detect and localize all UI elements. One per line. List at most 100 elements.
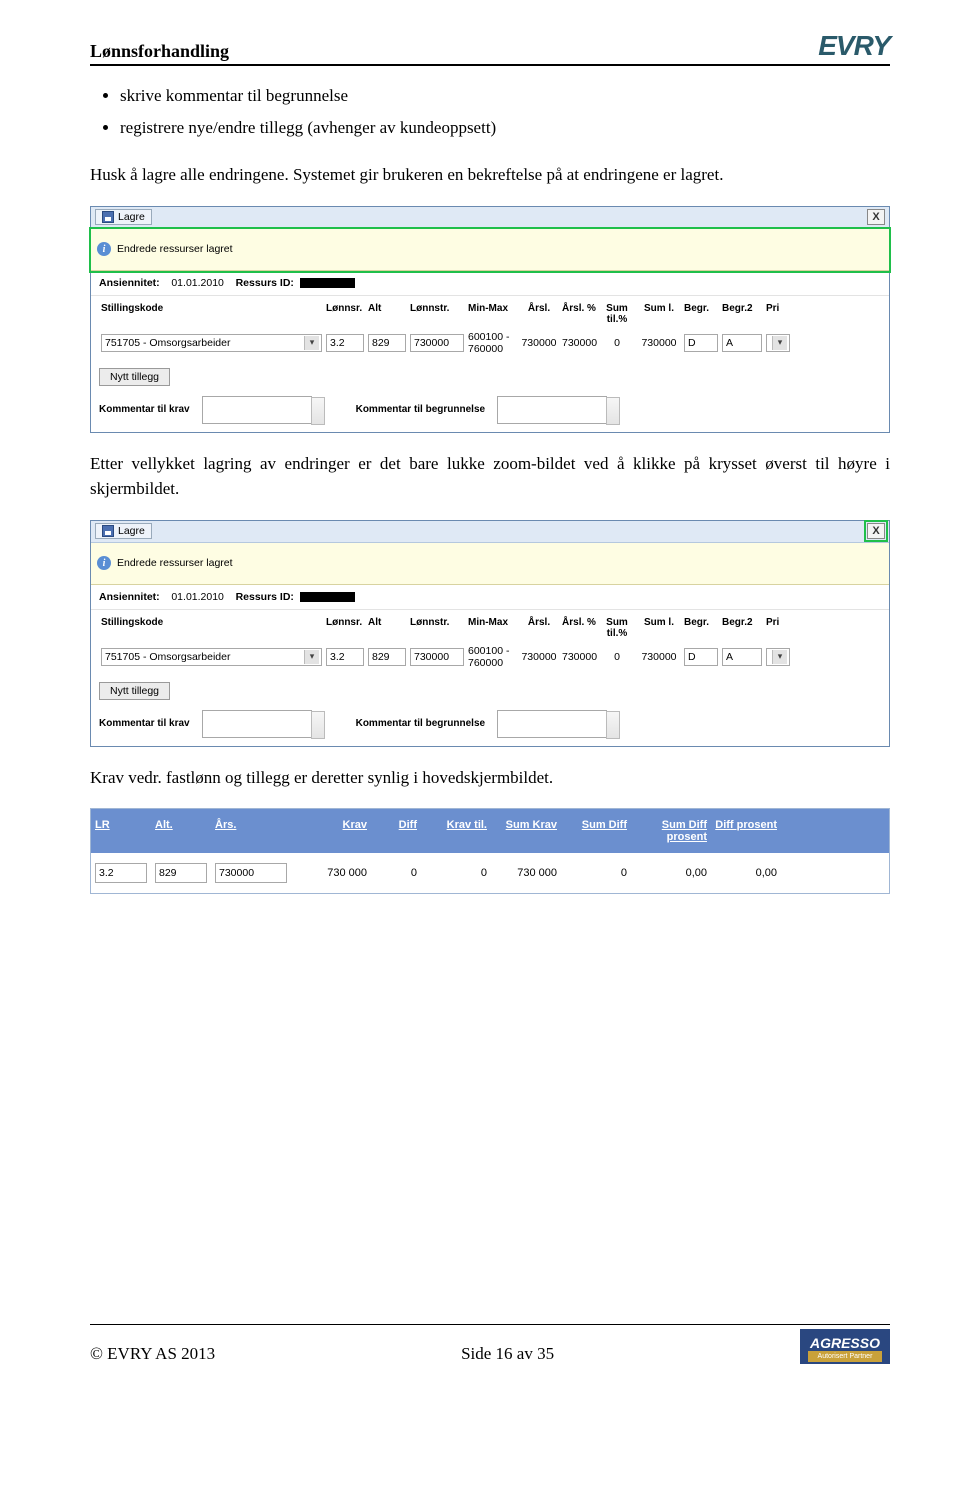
titlebar: Lagre X (91, 207, 889, 229)
th-begr: Begr. (682, 614, 720, 642)
pri-select[interactable] (766, 334, 790, 352)
begr-input[interactable]: D (684, 334, 718, 352)
th-arsl: Årsl. (518, 300, 560, 328)
alt-input[interactable]: 829 (155, 863, 207, 883)
th-begr2: Begr.2 (720, 300, 764, 328)
app-screenshot-2: Lagre X i Endrede ressurser lagret Ansie… (90, 520, 890, 747)
kommentar-begr-label: Kommentar til begrunnelse (356, 718, 485, 729)
agresso-logo: AGRESSO Autorisert Partner (800, 1329, 890, 1364)
th-pri: Pri (764, 300, 792, 328)
th-sumtil: Sum til.% (598, 300, 636, 328)
th-lonnstr: Lønnstr. (408, 300, 466, 328)
alt-input[interactable]: 829 (368, 648, 406, 666)
kommentar-krav-input[interactable] (202, 710, 312, 738)
th-diff[interactable]: Diff (371, 809, 421, 853)
save-label: Lagre (118, 525, 145, 537)
pri-select[interactable] (766, 648, 790, 666)
lr-input[interactable]: 3.2 (95, 863, 147, 883)
paragraph-2: Etter vellykket lagring av endringer er … (90, 451, 890, 502)
th-sumdiffp[interactable]: Sum Diff prosent (631, 809, 711, 853)
kommentar-krav-label: Kommentar til krav (99, 404, 190, 415)
lonnsr-input[interactable]: 3.2 (326, 334, 364, 352)
document-title: Lønnsforhandling (90, 41, 229, 62)
ansiennitet-value: 01.01.2010 (171, 591, 224, 603)
lonnstr-input[interactable]: 730000 (410, 648, 464, 666)
minmax-value: 600100 - 760000 (466, 328, 518, 358)
arsl-value: 730000 (518, 334, 560, 352)
th-ars[interactable]: Års. (211, 809, 291, 853)
th-lr[interactable]: LR (91, 809, 151, 853)
sumtil-value: 0 (598, 648, 636, 666)
sumkrav-value: 730 000 (491, 857, 561, 889)
lonnstr-input[interactable]: 730000 (410, 334, 464, 352)
paragraph-1: Husk å lagre alle endringene. Systemet g… (90, 162, 890, 188)
kommentar-krav-input[interactable] (202, 396, 312, 424)
kommentar-begr-input[interactable] (497, 396, 607, 424)
sumtil-value: 0 (598, 334, 636, 352)
th-alt[interactable]: Alt. (151, 809, 211, 853)
th-stillingskode: Stillingskode (99, 300, 324, 328)
begr2-input[interactable]: A (722, 334, 762, 352)
stillingskode-select[interactable]: 751705 - Omsorgsarbeider (101, 334, 322, 352)
data-row: 751705 - Omsorgsarbeider 3.2 829 730000 … (91, 642, 889, 676)
arslp-value: 730000 (560, 334, 598, 352)
lonnsr-input[interactable]: 3.2 (326, 648, 364, 666)
th-stillingskode: Stillingskode (99, 614, 324, 642)
th-krav[interactable]: Krav (291, 809, 371, 853)
redacted-id (300, 592, 355, 602)
ars-input[interactable]: 730000 (215, 863, 287, 883)
paragraph-3: Krav vedr. fastlønn og tillegg er derett… (90, 765, 890, 791)
th-lonnsr: Lønnsr. (324, 300, 366, 328)
th-arslp: Årsl. % (560, 614, 598, 642)
save-button[interactable]: Lagre (95, 209, 152, 225)
page-footer: © EVRY AS 2013 Side 16 av 35 AGRESSO Aut… (90, 1324, 890, 1364)
arsl-value: 730000 (518, 648, 560, 666)
bullet-item: registrere nye/endre tillegg (avhenger a… (120, 118, 890, 138)
save-icon (102, 211, 114, 223)
stillingskode-select[interactable]: 751705 - Omsorgsarbeider (101, 648, 322, 666)
th-begr2: Begr.2 (720, 614, 764, 642)
column-headers: Stillingskode Lønnsr. Alt Lønnstr. Min-M… (91, 610, 889, 642)
diffp-value: 0,00 (711, 857, 781, 889)
ressursid-label: Ressurs ID: (236, 591, 294, 603)
message-text: Endrede ressurser lagret (117, 557, 233, 569)
krav-value: 730 000 (291, 857, 371, 889)
nytt-tillegg-button[interactable]: Nytt tillegg (99, 682, 170, 700)
ressursid-label: Ressurs ID: (236, 277, 294, 289)
th-minmax: Min-Max (466, 300, 518, 328)
th-alt: Alt (366, 300, 408, 328)
sumdiffp-value: 0,00 (631, 857, 711, 889)
suml-value: 730000 (636, 648, 682, 666)
save-label: Lagre (118, 211, 145, 223)
message-bar: i Endrede ressurser lagret (91, 543, 889, 585)
th-sumtil: Sum til.% (598, 614, 636, 642)
alt-input[interactable]: 829 (368, 334, 406, 352)
close-button[interactable]: X (867, 523, 885, 539)
save-button[interactable]: Lagre (95, 523, 152, 539)
th-suml: Sum l. (636, 300, 682, 328)
diff-value: 0 (371, 857, 421, 889)
close-button[interactable]: X (867, 209, 885, 225)
meta-row: Ansiennitet: 01.01.2010 Ressurs ID: (91, 585, 889, 610)
suml-value: 730000 (636, 334, 682, 352)
th-suml: Sum l. (636, 614, 682, 642)
th-kravtil[interactable]: Krav til. (421, 809, 491, 853)
th-arslp: Årsl. % (560, 300, 598, 328)
th-sumkrav[interactable]: Sum Krav (491, 809, 561, 853)
begr2-input[interactable]: A (722, 648, 762, 666)
titlebar: Lagre X (91, 521, 889, 543)
th-pri: Pri (764, 614, 792, 642)
kommentar-begr-input[interactable] (497, 710, 607, 738)
th-sumdiff[interactable]: Sum Diff (561, 809, 631, 853)
kravtil-value: 0 (421, 857, 491, 889)
agresso-subtext: Autorisert Partner (808, 1351, 882, 1362)
nytt-tillegg-button[interactable]: Nytt tillegg (99, 368, 170, 386)
bullet-list: skrive kommentar til begrunnelse registr… (120, 86, 890, 138)
ansiennitet-label: Ansiennitet: (99, 277, 160, 289)
kommentar-begr-label: Kommentar til begrunnelse (356, 404, 485, 415)
kommentar-krav-label: Kommentar til krav (99, 718, 190, 729)
begr-input[interactable]: D (684, 648, 718, 666)
comment-row: Kommentar til krav Kommentar til begrunn… (91, 392, 889, 432)
th-diffp[interactable]: Diff prosent (711, 809, 781, 853)
th-lonnstr: Lønnstr. (408, 614, 466, 642)
